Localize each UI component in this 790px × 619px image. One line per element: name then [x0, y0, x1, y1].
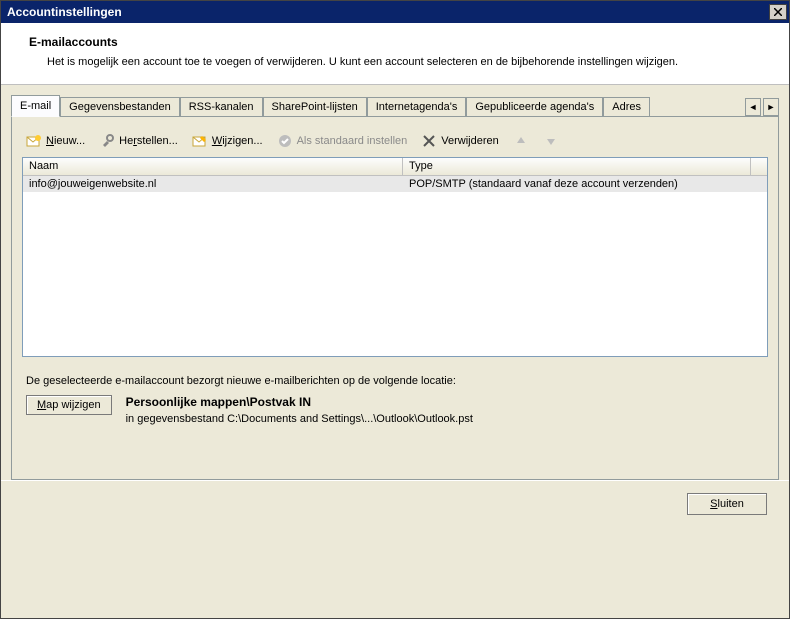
tab-rss-kanalen[interactable]: RSS-kanalen [180, 97, 263, 116]
header-heading: E-mailaccounts [29, 35, 761, 49]
tab-email[interactable]: E-mail [11, 95, 60, 117]
close-button[interactable] [769, 4, 787, 20]
header-description: Het is mogelijk een account toe te voege… [47, 55, 761, 70]
window-title: Accountinstellingen [7, 5, 122, 19]
tab-gegevensbestanden[interactable]: Gegevensbestanden [60, 97, 180, 116]
dialog-footer: Sluiten [1, 480, 789, 527]
body-area: E-mail Gegevensbestanden RSS-kanalen Sha… [1, 85, 789, 480]
close-dialog-button[interactable]: Sluiten [687, 493, 767, 515]
accounts-list[interactable]: Naam Type info@jouweigenwebsite.nl POP/S… [22, 157, 768, 357]
tab-scroll-right[interactable]: ► [763, 98, 779, 116]
delete-label: Verwijderen [441, 135, 498, 147]
col-header-naam[interactable]: Naam [23, 158, 403, 175]
tab-adresboeken[interactable]: Adres [603, 97, 650, 116]
delivery-row: Map wijzigen Persoonlijke mappen\Postvak… [26, 395, 768, 425]
tab-internetagendas[interactable]: Internetagenda's [367, 97, 467, 116]
repair-button[interactable]: Herstellen... [99, 133, 178, 149]
new-account-button[interactable]: NNieuw...ieuw... [26, 133, 85, 149]
tab-scroll-left[interactable]: ◄ [745, 98, 761, 116]
set-default-label: Als standaard instellen [297, 135, 408, 147]
delete-button[interactable]: Verwijderen [421, 133, 498, 149]
tab-scroll-controls: ◄ ► [743, 98, 779, 116]
col-header-type[interactable]: Type [403, 158, 751, 175]
tab-panel-email: NNieuw...ieuw... Herstellen... Wijzigen.… [11, 117, 779, 480]
set-default-button: Als standaard instellen [277, 133, 408, 149]
change-button[interactable]: Wijzigen... [192, 133, 263, 149]
list-row[interactable]: info@jouweigenwebsite.nl POP/SMTP (stand… [23, 176, 767, 192]
new-mail-icon [26, 133, 42, 149]
accounts-toolbar: NNieuw...ieuw... Herstellen... Wijzigen.… [22, 133, 768, 149]
close-icon [774, 8, 782, 16]
move-down-button [543, 133, 559, 149]
delete-icon [421, 133, 437, 149]
delivery-folder: Persoonlijke mappen\Postvak IN [126, 395, 473, 409]
header-area: E-mailaccounts Het is mogelijk een accou… [1, 23, 789, 85]
account-type-cell: POP/SMTP (standaard vanaf deze account v… [403, 176, 767, 192]
accounts-list-header: Naam Type [23, 158, 767, 176]
delivery-intro: De geselecteerde e-mailaccount bezorgt n… [26, 375, 768, 387]
tab-sharepoint-lijsten[interactable]: SharePoint-lijsten [263, 97, 367, 116]
repair-icon [99, 133, 115, 149]
change-icon [192, 133, 208, 149]
change-folder-button[interactable]: Map wijzigen [26, 395, 112, 415]
col-header-spacer [751, 158, 767, 175]
arrow-down-icon [543, 133, 559, 149]
delivery-info: Persoonlijke mappen\Postvak IN in gegeve… [126, 395, 473, 425]
delivery-file: in gegevensbestand C:\Documents and Sett… [126, 413, 473, 425]
arrow-up-icon [513, 133, 529, 149]
tab-gepubliceerde-agendas[interactable]: Gepubliceerde agenda's [466, 97, 603, 116]
title-bar: Accountinstellingen [1, 1, 789, 23]
account-name-cell: info@jouweigenwebsite.nl [23, 176, 403, 192]
tabs-row: E-mail Gegevensbestanden RSS-kanalen Sha… [11, 95, 779, 117]
check-circle-icon [277, 133, 293, 149]
move-up-button [513, 133, 529, 149]
